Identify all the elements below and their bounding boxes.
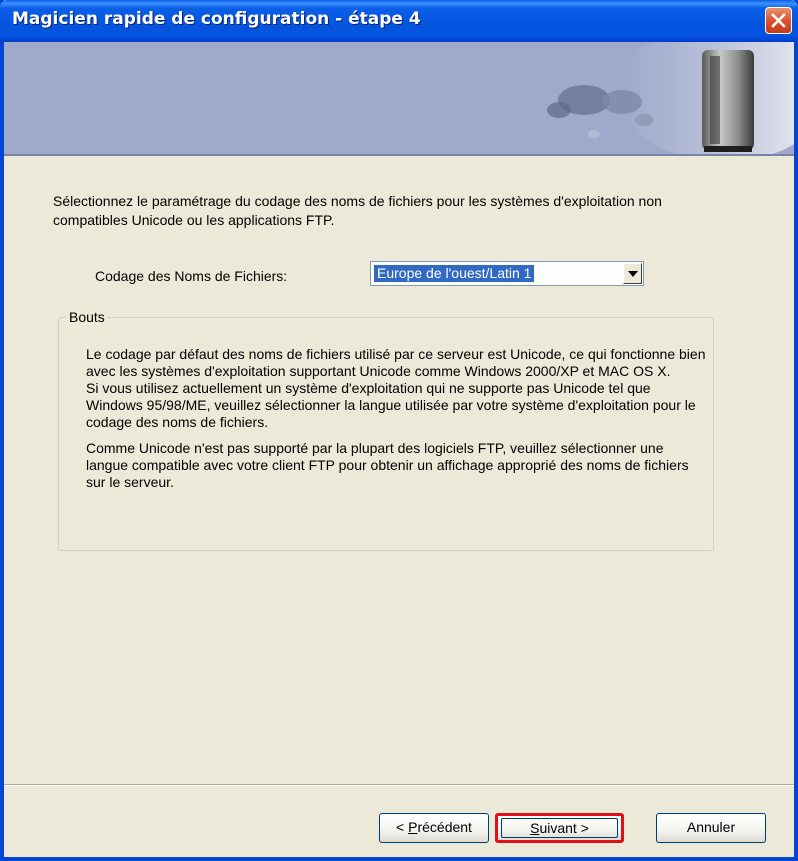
- previous-button-label: récédent: [417, 819, 472, 835]
- next-button-focus-border: [501, 818, 618, 838]
- dropdown-button[interactable]: [623, 263, 642, 284]
- close-icon: [771, 13, 786, 28]
- close-button[interactable]: [765, 7, 792, 34]
- hard-drive-illustration: [547, 42, 794, 154]
- cancel-button[interactable]: Annuler: [656, 813, 766, 843]
- title-bar[interactable]: Magicien rapide de configuration - étape…: [0, 0, 798, 42]
- window-title: Magicien rapide de configuration - étape…: [12, 9, 421, 29]
- tips-paragraph: Le codage par défaut des noms de fichier…: [86, 346, 706, 379]
- tips-legend: Bouts: [67, 309, 107, 325]
- tips-paragraph: Comme Unicode n'est pas supporté par la …: [86, 440, 689, 490]
- encoding-label: Codage des Noms de Fichiers:: [95, 268, 288, 284]
- next-button[interactable]: Suivant >: [495, 813, 624, 843]
- intro-text: Sélectionnez le paramétrage du codage de…: [53, 193, 662, 228]
- wizard-dialog: Magicien rapide de configuration - étape…: [0, 0, 798, 861]
- tips-paragraph: Si vous utilisez actuellement un système…: [86, 380, 696, 430]
- button-divider: [4, 784, 794, 786]
- header-banner: [4, 42, 794, 156]
- wizard-content: Sélectionnez le paramétrage du codage de…: [4, 156, 794, 784]
- encoding-selected-value: Europe de l'ouest/Latin 1: [372, 264, 536, 283]
- previous-button[interactable]: < Précédent: [379, 813, 489, 843]
- previous-button-prefix: <: [396, 819, 409, 835]
- chevron-down-icon: [628, 271, 638, 277]
- tips-text: Le codage par défaut des noms de fichier…: [86, 346, 706, 491]
- tips-groupbox: Bouts Le codage par défaut des noms de f…: [58, 309, 714, 551]
- encoding-select[interactable]: Europe de l'ouest/Latin 1: [370, 261, 644, 286]
